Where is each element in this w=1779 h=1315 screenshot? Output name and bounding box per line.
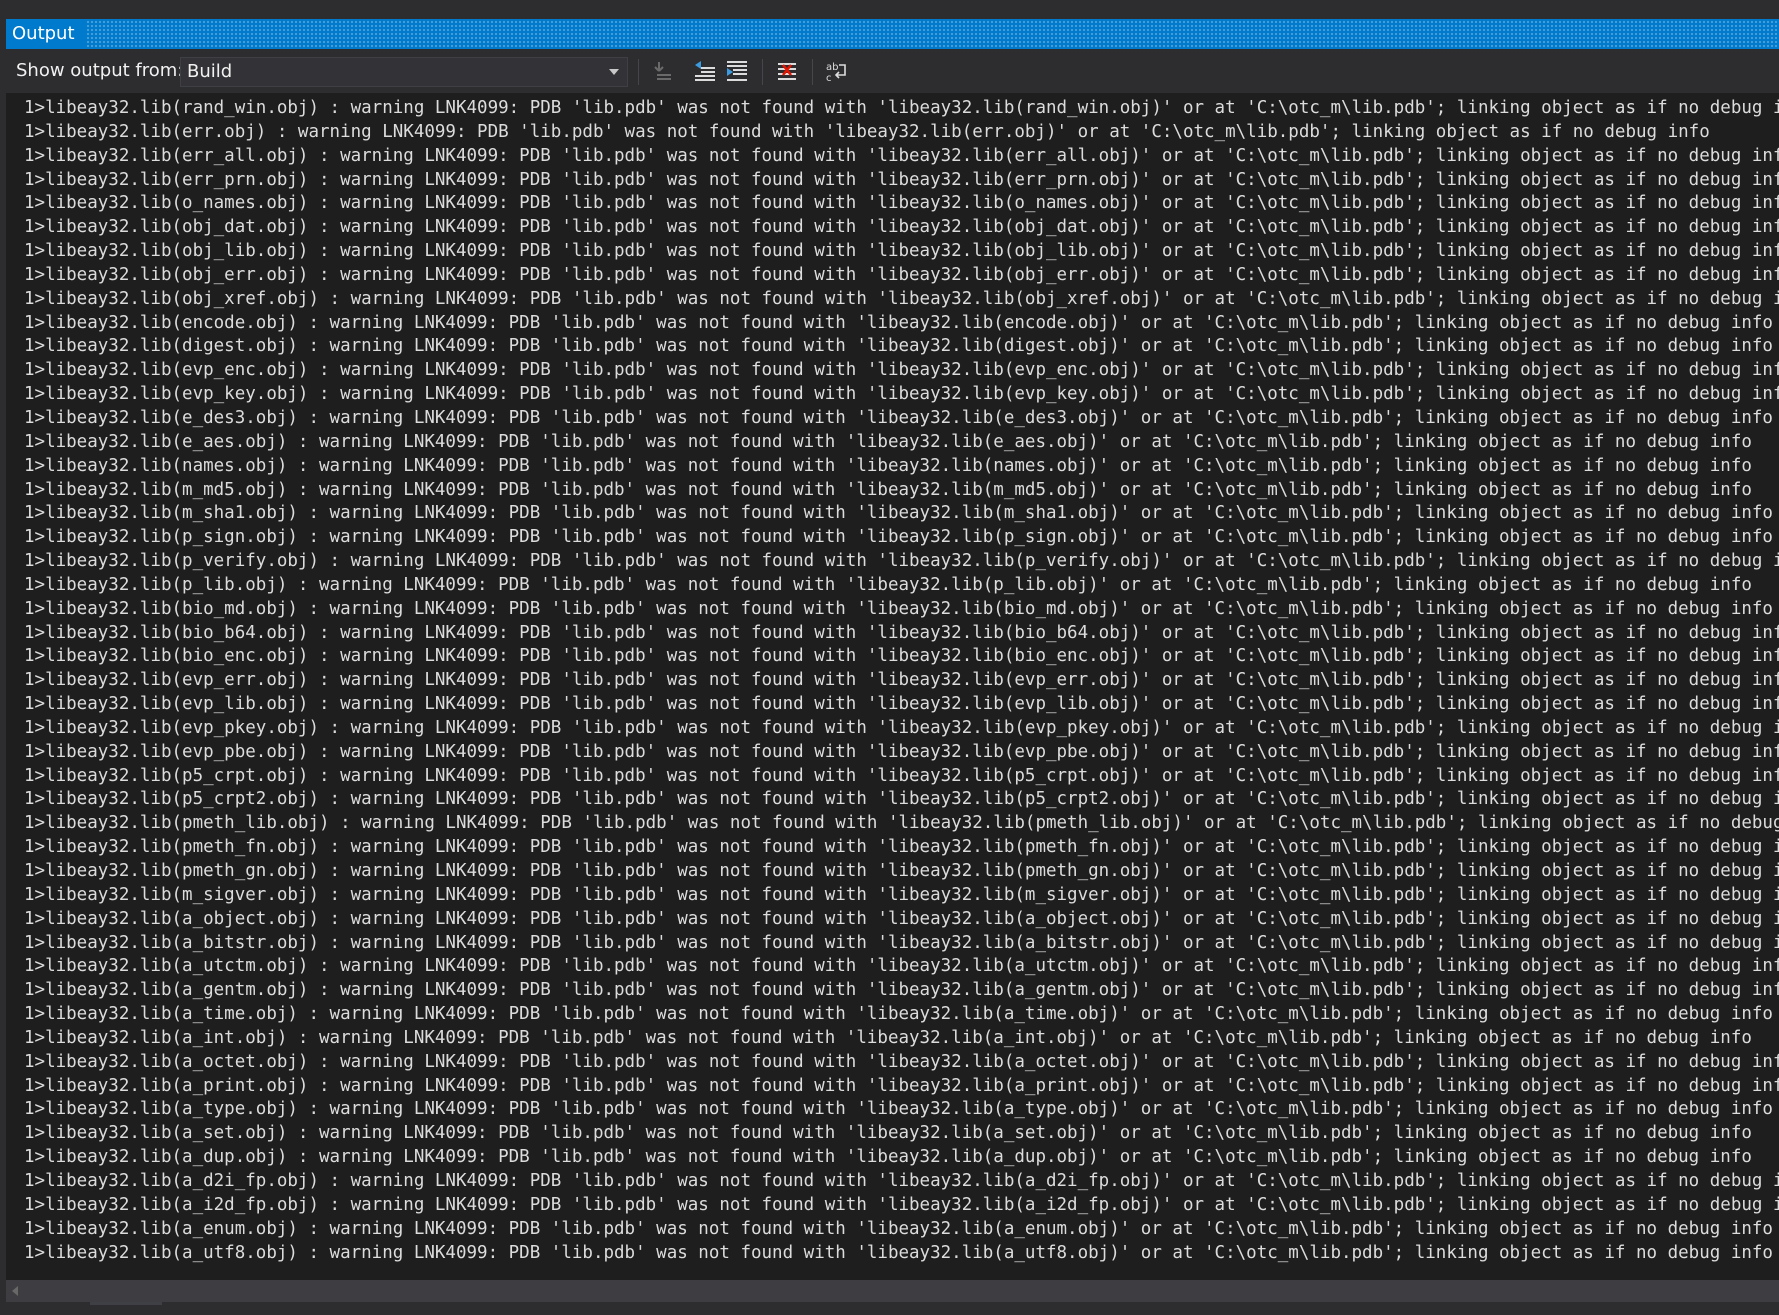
output-line: 1>libeay32.lib(m_sigver.obj) : warning L…: [24, 884, 1779, 905]
output-line: 1>libeay32.lib(err_all.obj) : warning LN…: [24, 145, 1779, 166]
output-line: 1>libeay32.lib(err_prn.obj) : warning LN…: [24, 169, 1779, 190]
output-source-value: Build: [187, 61, 233, 82]
output-line: 1>libeay32.lib(bio_enc.obj) : warning LN…: [24, 646, 1779, 667]
output-line: 1>libeay32.lib(e_aes.obj) : warning LNK4…: [24, 431, 1752, 452]
output-line: 1>libeay32.lib(obj_err.obj) : warning LN…: [24, 264, 1779, 285]
output-panel-titlebar[interactable]: Output: [6, 19, 1779, 49]
output-line: 1>libeay32.lib(bio_b64.obj) : warning LN…: [24, 622, 1779, 643]
go-to-message-button[interactable]: [648, 57, 678, 85]
output-line: 1>libeay32.lib(digest.obj) : warning LNK…: [24, 336, 1773, 357]
output-line: 1>libeay32.lib(evp_pbe.obj) : warning LN…: [24, 741, 1779, 762]
output-line: 1>libeay32.lib(o_names.obj) : warning LN…: [24, 193, 1779, 214]
bottom-tab-indicator: [90, 1302, 162, 1305]
output-line: 1>libeay32.lib(evp_lib.obj) : warning LN…: [24, 694, 1779, 715]
output-line: 1>libeay32.lib(m_md5.obj) : warning LNK4…: [24, 479, 1752, 500]
previous-message-button[interactable]: [690, 57, 720, 85]
go-to-message-icon: [654, 62, 671, 80]
output-line: 1>libeay32.lib(a_print.obj) : warning LN…: [24, 1075, 1779, 1096]
output-text-area[interactable]: 1>libeay32.lib(rand_win.obj) : warning L…: [6, 93, 1779, 1280]
output-line: 1>libeay32.lib(a_utf8.obj) : warning LNK…: [24, 1242, 1773, 1263]
output-line: 1>libeay32.lib(m_sha1.obj) : warning LNK…: [24, 503, 1773, 524]
scroll-left-icon[interactable]: [12, 1286, 18, 1296]
toolbar-separator: [812, 59, 813, 85]
output-line: 1>libeay32.lib(a_octet.obj) : warning LN…: [24, 1051, 1779, 1072]
output-line: 1>libeay32.lib(pmeth_gn.obj) : warning L…: [24, 861, 1779, 881]
output-line: 1>libeay32.lib(a_gentm.obj) : warning LN…: [24, 980, 1779, 1001]
previous-message-icon: [695, 61, 715, 81]
word-wrap-icon: ab c: [826, 62, 846, 83]
output-line: 1>libeay32.lib(a_dup.obj) : warning LNK4…: [24, 1147, 1752, 1168]
output-line: 1>libeay32.lib(obj_xref.obj) : warning L…: [24, 288, 1779, 309]
output-line: 1>libeay32.lib(a_i2d_fp.obj) : warning L…: [24, 1194, 1779, 1215]
svg-text:c: c: [826, 73, 832, 83]
toolbar-separator: [762, 59, 763, 85]
output-line: 1>libeay32.lib(pmeth_lib.obj) : warning …: [24, 813, 1779, 834]
output-line: 1>libeay32.lib(p_sign.obj) : warning LNK…: [24, 527, 1773, 548]
output-line: 1>libeay32.lib(a_object.obj) : warning L…: [24, 908, 1779, 929]
toolbar-separator: [638, 59, 639, 85]
clear-all-button[interactable]: [772, 57, 802, 85]
word-wrap-button[interactable]: ab c: [822, 57, 852, 85]
output-line: 1>libeay32.lib(err.obj) : warning LNK409…: [24, 121, 1710, 142]
output-line: 1>libeay32.lib(a_enum.obj) : warning LNK…: [24, 1218, 1773, 1239]
output-line: 1>libeay32.lib(encode.obj) : warning LNK…: [24, 312, 1773, 333]
chevron-down-icon[interactable]: [609, 69, 619, 75]
svg-text:ab: ab: [826, 62, 838, 73]
output-window: Output Show output from: Build ab c 1>li…: [0, 0, 1779, 1315]
output-source-dropdown[interactable]: Build: [180, 57, 628, 87]
output-line: 1>libeay32.lib(obj_dat.obj) : warning LN…: [24, 217, 1779, 238]
output-line: 1>libeay32.lib(evp_key.obj) : warning LN…: [24, 384, 1779, 405]
output-line: 1>libeay32.lib(e_des3.obj) : warning LNK…: [24, 407, 1773, 428]
output-line: 1>libeay32.lib(evp_pkey.obj) : warning L…: [24, 717, 1779, 738]
bottom-strip: [0, 1302, 1779, 1315]
output-line: 1>libeay32.lib(a_d2i_fp.obj) : warning L…: [24, 1170, 1779, 1191]
output-line: 1>libeay32.lib(p_verify.obj) : warning L…: [24, 551, 1779, 572]
output-line: 1>libeay32.lib(rand_win.obj) : warning L…: [24, 98, 1779, 118]
output-toolbar: Show output from: Build ab c: [6, 49, 1779, 93]
output-line: 1>libeay32.lib(a_utctm.obj) : warning LN…: [24, 956, 1779, 977]
panel-title: Output: [6, 19, 85, 49]
output-line: 1>libeay32.lib(obj_lib.obj) : warning LN…: [24, 241, 1779, 262]
output-lines: 1>libeay32.lib(rand_win.obj) : warning L…: [24, 97, 1779, 1265]
next-message-icon: [727, 61, 747, 81]
output-line: 1>libeay32.lib(p_lib.obj) : warning LNK4…: [24, 574, 1752, 595]
output-line: 1>libeay32.lib(a_set.obj) : warning LNK4…: [24, 1123, 1752, 1144]
next-message-button[interactable]: [722, 57, 752, 85]
output-line: 1>libeay32.lib(a_bitstr.obj) : warning L…: [24, 932, 1779, 953]
output-line: 1>libeay32.lib(a_type.obj) : warning LNK…: [24, 1099, 1773, 1120]
top-strip: [0, 0, 1779, 19]
output-line: 1>libeay32.lib(p5_crpt.obj) : warning LN…: [24, 765, 1779, 786]
output-line: 1>libeay32.lib(evp_err.obj) : warning LN…: [24, 670, 1779, 691]
output-line: 1>libeay32.lib(p5_crpt2.obj) : warning L…: [24, 789, 1779, 810]
output-line: 1>libeay32.lib(names.obj) : warning LNK4…: [24, 455, 1752, 476]
output-line: 1>libeay32.lib(bio_md.obj) : warning LNK…: [24, 598, 1773, 619]
output-line: 1>libeay32.lib(pmeth_fn.obj) : warning L…: [24, 837, 1779, 858]
output-line: 1>libeay32.lib(evp_enc.obj) : warning LN…: [24, 360, 1779, 381]
show-output-label: Show output from:: [16, 60, 184, 81]
clear-all-icon: [778, 63, 796, 80]
output-line: 1>libeay32.lib(a_time.obj) : warning LNK…: [24, 1004, 1773, 1025]
output-line: 1>libeay32.lib(a_int.obj) : warning LNK4…: [24, 1027, 1752, 1048]
horizontal-scrollbar[interactable]: [6, 1280, 1779, 1302]
